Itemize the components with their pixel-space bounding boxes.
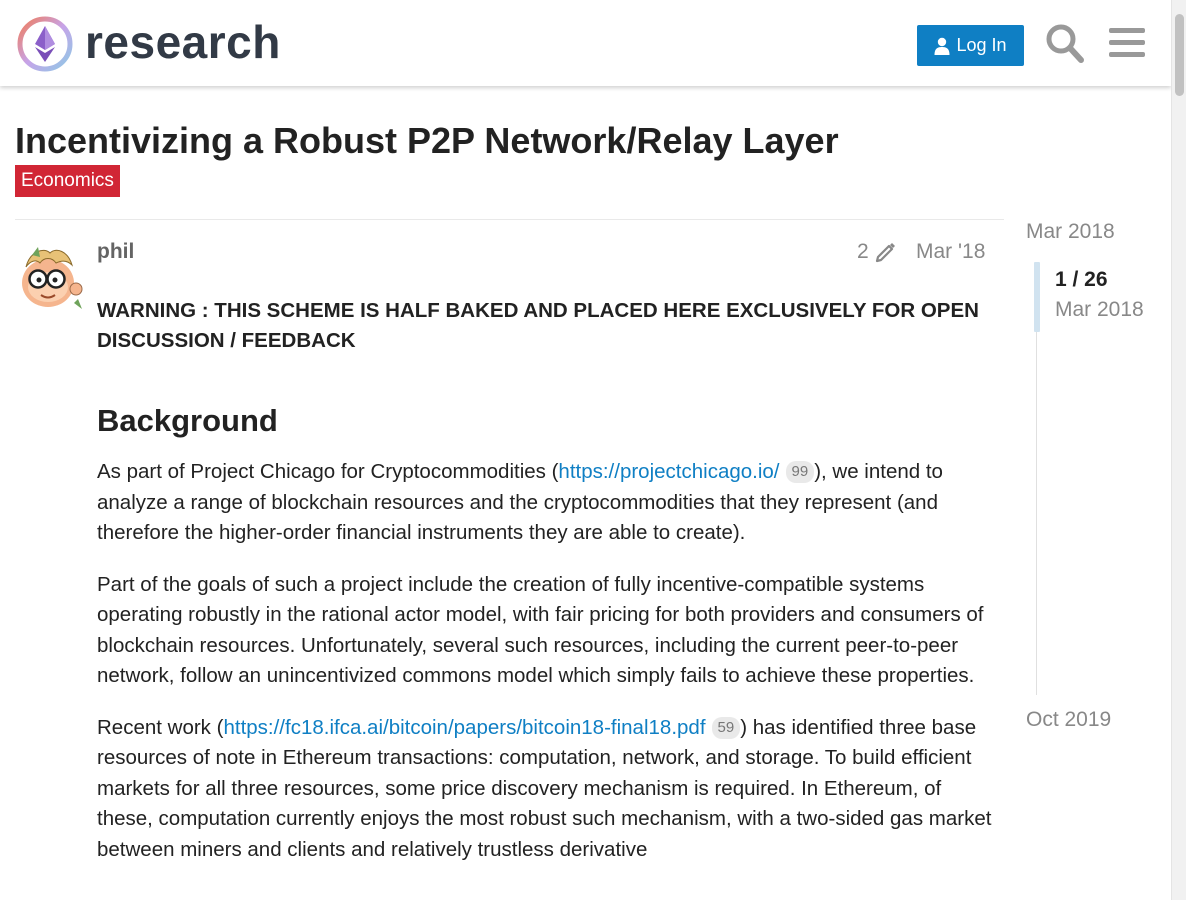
warning-text: WARNING : THIS SCHEME IS HALF BAKED AND … (97, 299, 979, 352)
edit-count: 2 (857, 240, 869, 263)
scrollbar-thumb[interactable] (1175, 14, 1184, 96)
title-divider (15, 219, 1004, 220)
timeline-start-date[interactable]: Mar 2018 (1026, 220, 1115, 244)
user-icon (934, 37, 950, 55)
ethereum-logo[interactable] (17, 16, 73, 72)
user-avatar[interactable] (16, 243, 84, 311)
link-click-count: 99 (785, 461, 815, 483)
category-badge[interactable]: Economics (15, 165, 120, 197)
page-scrollbar[interactable] (1171, 0, 1186, 900)
login-label: Log In (956, 35, 1007, 55)
pencil-icon (875, 243, 895, 263)
section-heading: Background (97, 403, 278, 438)
post-author[interactable]: phil (97, 238, 134, 266)
paragraph-3: Recent work (https://fc18.ifca.ai/bitcoi… (97, 715, 992, 861)
topic-title[interactable]: Incentivizing a Robust P2P Network/Relay… (15, 118, 839, 164)
link-click-count: 59 (711, 716, 741, 739)
site-brand[interactable]: research (85, 14, 281, 70)
paragraph-2: Part of the goals of such a project incl… (97, 572, 984, 688)
hamburger-menu-icon[interactable] (1107, 22, 1147, 64)
post-edits-indicator[interactable]: 2 (857, 238, 897, 266)
post-body: WARNING : THIS SCHEME IS HALF BAKED AND … (97, 296, 997, 886)
timeline-end-date[interactable]: Oct 2019 (1026, 708, 1111, 732)
login-button[interactable]: Log In (917, 25, 1024, 66)
projectchicago-link[interactable]: https://projectchicago.io/ (558, 460, 779, 483)
timeline-handle[interactable] (1034, 262, 1040, 332)
paper-link[interactable]: https://fc18.ifca.ai/bitcoin/papers/bitc… (223, 716, 705, 739)
search-icon[interactable] (1045, 22, 1085, 64)
paragraph-1: As part of Project Chicago for Cryptocom… (97, 460, 943, 544)
timeline-position: 1 / 26 (1055, 268, 1108, 291)
site-header: research Log In (0, 0, 1171, 86)
post-date[interactable]: Mar '18 (916, 238, 985, 266)
timeline-current-date: Mar 2018 (1055, 298, 1144, 321)
